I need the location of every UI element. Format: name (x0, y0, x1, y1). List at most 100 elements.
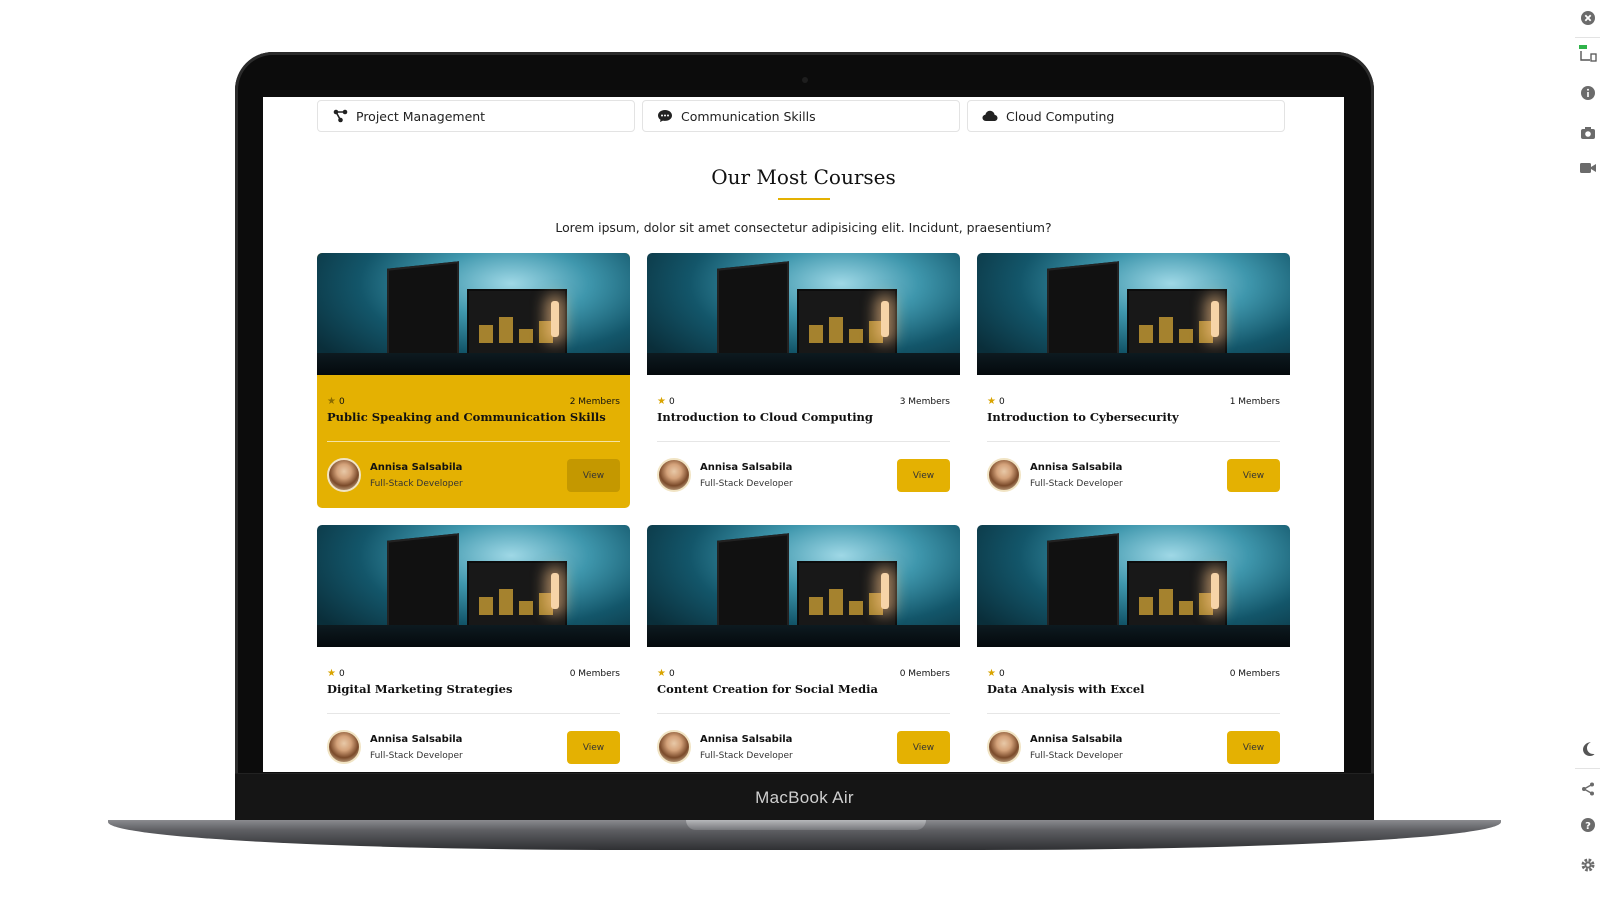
card-divider (327, 441, 620, 442)
svg-text:?: ? (1585, 821, 1591, 832)
course-thumbnail (977, 525, 1290, 647)
star-icon: ★ (327, 668, 336, 679)
course-author: Annisa Salsabila Full-Stack Developer (327, 458, 463, 492)
course-card[interactable]: ★ 0 2 Members Public Speaking and Communi… (317, 253, 630, 508)
author-role: Full-Stack Developer (700, 478, 793, 489)
info-icon[interactable] (1578, 83, 1598, 103)
help-icon[interactable]: ? (1578, 815, 1598, 835)
star-icon: ★ (987, 396, 996, 407)
laptop-screen: Project Management Communication Skills … (263, 97, 1344, 772)
video-icon[interactable] (1578, 158, 1598, 178)
section-title: Our Most Courses (711, 165, 896, 189)
view-button[interactable]: View (1227, 459, 1280, 492)
author-name: Annisa Salsabila (370, 461, 463, 473)
settings-icon[interactable] (1578, 855, 1598, 875)
course-author: Annisa Salsabila Full-Stack Developer (657, 458, 793, 492)
star-icon: ★ (657, 396, 666, 407)
course-title[interactable]: Introduction to Cloud Computing (657, 410, 873, 424)
members-count: 2 Members (569, 396, 620, 407)
course-title[interactable]: Data Analysis with Excel (987, 682, 1145, 696)
avatar (657, 458, 691, 492)
course-card[interactable]: ★ 0 1 Members Introduction to Cybersecuri… (977, 253, 1290, 508)
view-button[interactable]: View (1227, 731, 1280, 764)
device-label: MacBook Air (755, 788, 854, 807)
card-divider (987, 713, 1280, 714)
view-button[interactable]: View (897, 731, 950, 764)
laptop-notch (686, 820, 926, 830)
view-button[interactable]: View (897, 459, 950, 492)
author-name: Annisa Salsabila (370, 733, 463, 745)
responsive-devices-icon[interactable] (1578, 44, 1598, 64)
course-author: Annisa Salsabila Full-Stack Developer (327, 730, 463, 764)
share-icon[interactable] (1578, 779, 1598, 799)
course-author: Annisa Salsabila Full-Stack Developer (987, 730, 1123, 764)
camera-icon[interactable] (1578, 123, 1598, 143)
cloud-icon (982, 108, 998, 124)
tab-label: Project Management (356, 108, 486, 124)
author-role: Full-Stack Developer (370, 750, 463, 761)
section-subtitle: Lorem ipsum, dolor sit amet consectetur … (555, 220, 1052, 235)
course-card[interactable]: ★ 0 3 Members Introduction to Cloud Compu… (647, 253, 960, 508)
course-thumbnail (647, 525, 960, 647)
star-icon: ★ (987, 668, 996, 679)
course-card[interactable]: ★ 0 0 Members Data Analysis with Excel An… (977, 525, 1290, 772)
course-rating: ★ 0 (987, 396, 1005, 407)
avatar (327, 458, 361, 492)
author-role: Full-Stack Developer (700, 750, 793, 761)
author-name: Annisa Salsabila (1030, 461, 1123, 473)
tab-label: Cloud Computing (1006, 108, 1115, 124)
moon-icon[interactable] (1578, 739, 1598, 759)
course-title[interactable]: Introduction to Cybersecurity (987, 410, 1179, 424)
course-rating: ★ 0 (327, 396, 345, 407)
members-count: 0 Members (899, 668, 950, 679)
network-icon (332, 108, 348, 124)
author-role: Full-Stack Developer (370, 478, 463, 489)
course-title[interactable]: Public Speaking and Communication Skills (327, 410, 606, 424)
members-count: 3 Members (899, 396, 950, 407)
chat-bubble-icon (657, 108, 673, 124)
course-card[interactable]: ★ 0 0 Members Digital Marketing Strategie… (317, 525, 630, 772)
members-count: 0 Members (569, 668, 620, 679)
course-author: Annisa Salsabila Full-Stack Developer (987, 458, 1123, 492)
author-role: Full-Stack Developer (1030, 478, 1123, 489)
course-title[interactable]: Digital Marketing Strategies (327, 682, 512, 696)
card-divider (987, 441, 1280, 442)
camera-dot (802, 77, 808, 83)
tab-cloud-computing[interactable]: Cloud Computing (967, 100, 1285, 132)
laptop-base (108, 820, 1501, 850)
course-card[interactable]: ★ 0 0 Members Content Creation for Social… (647, 525, 960, 772)
author-role: Full-Stack Developer (1030, 750, 1123, 761)
members-count: 1 Members (1229, 396, 1280, 407)
tab-communication-skills[interactable]: Communication Skills (642, 100, 960, 132)
right-toolbar: ? (1575, 0, 1600, 900)
avatar (657, 730, 691, 764)
laptop-chin: MacBook Air (235, 773, 1374, 822)
star-icon: ★ (327, 396, 336, 407)
author-name: Annisa Salsabila (1030, 733, 1123, 745)
course-thumbnail (317, 253, 630, 375)
author-name: Annisa Salsabila (700, 733, 793, 745)
card-divider (327, 713, 620, 714)
course-title[interactable]: Content Creation for Social Media (657, 682, 878, 696)
star-icon: ★ (657, 668, 666, 679)
category-tabs: Project Management Communication Skills … (317, 100, 1285, 132)
view-button[interactable]: View (567, 459, 620, 492)
avatar (327, 730, 361, 764)
card-divider (657, 441, 950, 442)
tab-project-management[interactable]: Project Management (317, 100, 635, 132)
view-button[interactable]: View (567, 731, 620, 764)
course-rating: ★ 0 (327, 668, 345, 679)
close-icon[interactable] (1578, 8, 1598, 28)
course-rating: ★ 0 (657, 668, 675, 679)
course-rating: ★ 0 (657, 396, 675, 407)
course-thumbnail (647, 253, 960, 375)
course-grid: ★ 0 2 Members Public Speaking and Communi… (317, 253, 1290, 772)
author-name: Annisa Salsabila (700, 461, 793, 473)
avatar (987, 458, 1021, 492)
tab-label: Communication Skills (681, 108, 816, 124)
course-rating: ★ 0 (987, 668, 1005, 679)
card-divider (657, 713, 950, 714)
avatar (987, 730, 1021, 764)
course-author: Annisa Salsabila Full-Stack Developer (657, 730, 793, 764)
course-thumbnail (317, 525, 630, 647)
